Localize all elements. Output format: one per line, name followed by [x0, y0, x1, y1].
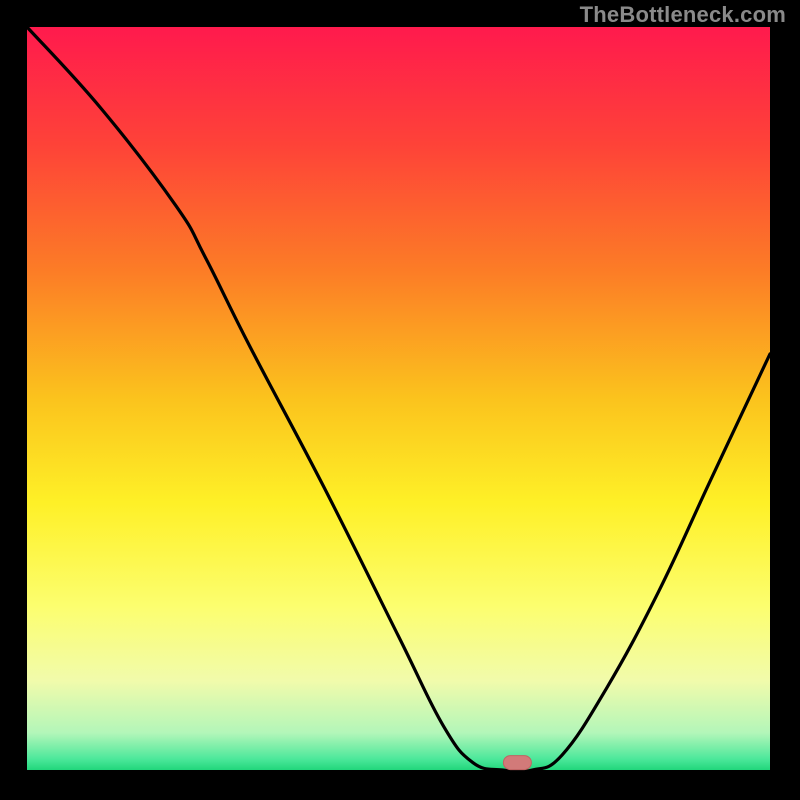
chart-frame: TheBottleneck.com: [0, 0, 800, 800]
optimal-marker: [503, 756, 531, 770]
watermark-text: TheBottleneck.com: [580, 2, 786, 28]
plot-background: [27, 27, 770, 770]
bottleneck-chart: [0, 0, 800, 800]
